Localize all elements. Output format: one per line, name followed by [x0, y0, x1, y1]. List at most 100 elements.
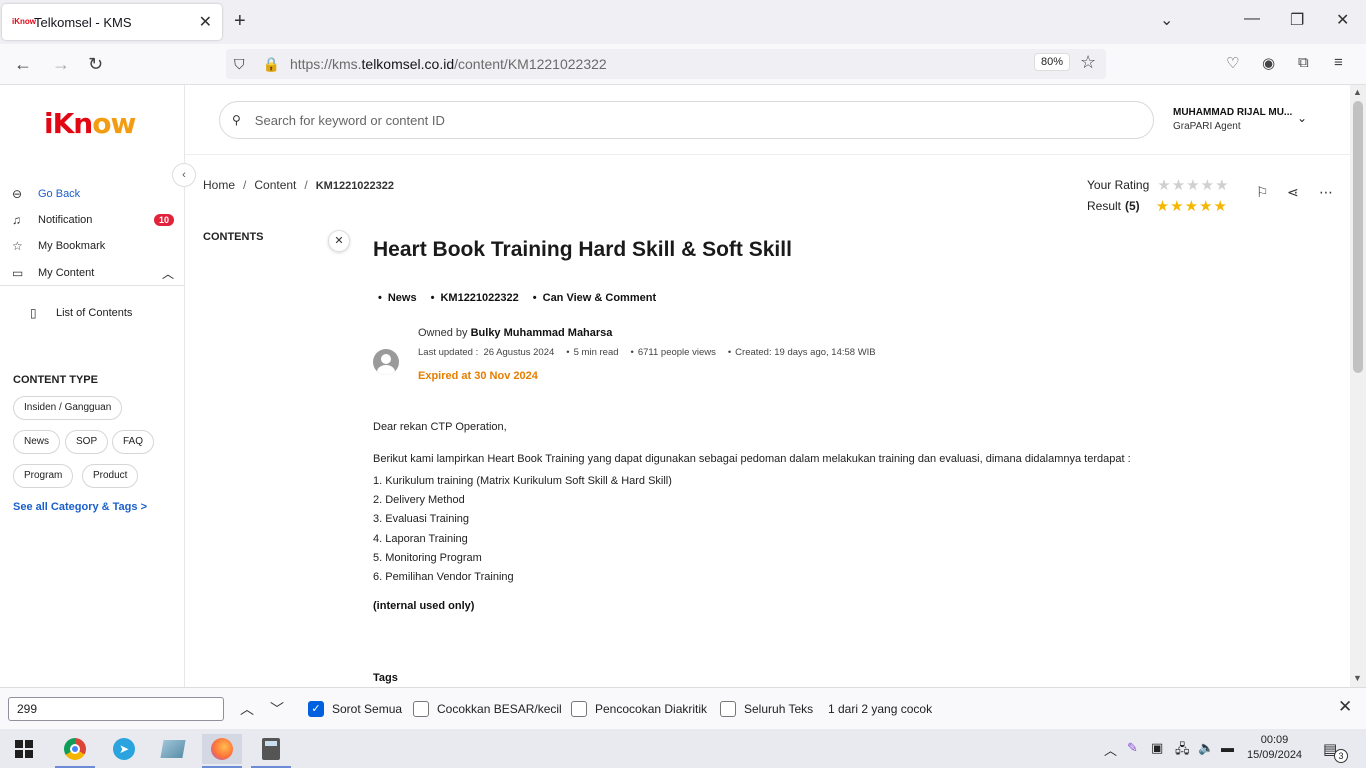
account-icon[interactable]: ◉: [1262, 54, 1275, 72]
whole-words-checkbox[interactable]: Seluruh Teks: [720, 701, 813, 717]
chrome-icon[interactable]: [55, 734, 95, 768]
chip-product[interactable]: Product: [82, 464, 139, 488]
address-bar[interactable]: ⛉ 🔒 https://kms.telkomsel.co.id/content/…: [226, 49, 1106, 79]
calculator-icon[interactable]: [251, 734, 291, 768]
files-icon[interactable]: [153, 734, 193, 764]
my-content-link[interactable]: ▭ My Content ︿: [12, 264, 174, 282]
vpn-icon[interactable]: ▣: [1151, 740, 1163, 756]
window-close-icon[interactable]: ✕: [1336, 10, 1349, 30]
tray-chevron-icon[interactable]: ︿: [1104, 740, 1117, 759]
go-back-link[interactable]: ⊖ Go Back: [12, 185, 174, 203]
find-input[interactable]: 299: [8, 697, 224, 721]
list-item: 6. Pemilihan Vendor Training: [373, 571, 514, 584]
new-tab-icon[interactable]: +: [234, 10, 246, 33]
user-name: MUHAMMAD RIJAL MU...: [1173, 107, 1293, 118]
chip-faq[interactable]: FAQ: [112, 430, 155, 454]
breadcrumb-content[interactable]: Content: [254, 178, 296, 192]
iknow-logo[interactable]: iKnow: [44, 107, 136, 140]
scroll-down-icon[interactable]: ▼: [1353, 673, 1362, 683]
tab-close-icon[interactable]: ✕: [199, 12, 212, 32]
chip-insiden[interactable]: Insiden / Gangguan: [13, 396, 123, 420]
windows-taskbar: ➤ ︿ ✎ ▣ 🖧 🔈 ▬ 00:09 15/09/2024 ▤ 3: [0, 729, 1366, 768]
notification-count: 3: [1334, 749, 1348, 763]
article-tags: News KM1221022322 Can View & Comment: [378, 292, 656, 304]
maximize-icon[interactable]: ❐: [1290, 10, 1304, 30]
list-item: 4. Laporan Training: [373, 532, 468, 545]
read-time: 5 min read: [566, 347, 619, 358]
your-rating-label: Your Rating: [1087, 177, 1150, 192]
forward-icon[interactable]: →: [52, 54, 70, 75]
chip-news[interactable]: News: [13, 430, 61, 454]
minimize-icon[interactable]: —: [1244, 10, 1260, 28]
browser-tab[interactable]: iKnow Telkomsel - KMS ✕: [2, 4, 222, 40]
breadcrumb-home[interactable]: Home: [203, 178, 235, 192]
expiry-notice: Expired at 30 Nov 2024: [418, 370, 538, 382]
open-book-icon: ▯: [30, 306, 37, 320]
sidebar: iKnow ‹ ⊖ Go Back ♫ Notification 10 ☆ My…: [0, 85, 196, 687]
back-icon[interactable]: ←: [14, 54, 32, 75]
training-list: 1. Kurikulum training (Matrix Kurikulum …: [373, 472, 672, 587]
menu-icon[interactable]: ≡: [1334, 54, 1343, 71]
chip-sop[interactable]: SOP: [65, 430, 109, 454]
owner-name: Bulky Muhammad Maharsa: [470, 327, 613, 339]
chip-program[interactable]: Program: [13, 464, 74, 488]
owner-avatar: [373, 349, 399, 375]
volume-icon[interactable]: 🔈: [1198, 740, 1214, 756]
your-rating-stars[interactable]: ★★★★★: [1157, 176, 1229, 194]
list-item: 1. Kurikulum training (Matrix Kurikulum …: [373, 475, 672, 487]
pen-icon[interactable]: ✎: [1127, 740, 1138, 756]
checkmark-icon: ✓: [308, 701, 324, 717]
zoom-level[interactable]: 80%: [1034, 53, 1071, 71]
system-clock[interactable]: 00:09 15/09/2024: [1247, 733, 1302, 763]
search-input[interactable]: ⚲ Search for keyword or content ID: [219, 101, 1154, 139]
network-icon[interactable]: 🖧: [1175, 740, 1190, 762]
extensions-icon[interactable]: ⧉: [1298, 54, 1309, 71]
result-stars: ★★★★★: [1155, 197, 1228, 215]
close-contents-button[interactable]: ✕: [328, 230, 350, 252]
chevron-up-icon[interactable]: ︿: [162, 265, 174, 282]
scroll-up-icon[interactable]: ▲: [1353, 87, 1362, 97]
article-title: Heart Book Training Hard Skill & Soft Sk…: [373, 238, 792, 261]
start-button[interactable]: [4, 734, 44, 764]
my-bookmark-link[interactable]: ☆ My Bookmark: [12, 237, 174, 255]
list-of-contents-link[interactable]: ▯ List of Contents: [30, 304, 192, 322]
internal-note: (internal used only): [373, 600, 475, 612]
tab-list-icon[interactable]: ⌄: [1160, 10, 1173, 30]
match-case-checkbox[interactable]: Cocokkan BESAR/kecil: [413, 701, 562, 717]
content-type-title: CONTENT TYPE: [13, 374, 98, 386]
find-close-icon[interactable]: ✕: [1338, 697, 1352, 717]
created-at: Created: 19 days ago, 14:58 WIB: [728, 347, 875, 358]
sidebar-divider: [0, 285, 184, 286]
collapse-sidebar-button[interactable]: ‹: [172, 163, 196, 187]
reload-icon[interactable]: ↻: [88, 54, 103, 75]
view-count: 6711 people views: [631, 347, 716, 358]
see-all-category-link[interactable]: See all Category & Tags >: [13, 501, 147, 513]
bookmark-star-icon[interactable]: ☆: [1080, 52, 1096, 73]
tab-title: Telkomsel - KMS: [34, 14, 132, 30]
bookmark-icon[interactable]: ⚐: [1256, 184, 1269, 201]
keyboard-icon[interactable]: ▬: [1221, 740, 1234, 755]
page-scrollbar[interactable]: ▲ ▼: [1350, 85, 1366, 687]
highlight-all-checkbox[interactable]: ✓ Sorot Semua: [308, 701, 402, 717]
user-profile[interactable]: MUHAMMAD RIJAL MU... GraPARI Agent: [1173, 107, 1292, 132]
result-label: Result: [1087, 198, 1122, 213]
more-icon[interactable]: ⋯: [1319, 184, 1333, 201]
tag-type: News: [378, 292, 417, 304]
url-text: https://kms.telkomsel.co.id/content/KM12…: [289, 56, 607, 72]
firefox-icon[interactable]: [202, 734, 242, 768]
result-value: (5): [1125, 198, 1140, 213]
pocket-icon[interactable]: ♡: [1226, 54, 1239, 72]
list-item: 3. Evaluasi Training: [373, 513, 469, 526]
find-next-icon[interactable]: ﹀: [270, 699, 284, 719]
notification-link[interactable]: ♫ Notification 10: [12, 211, 174, 229]
telegram-icon[interactable]: ➤: [104, 734, 144, 764]
share-icon[interactable]: ⋖: [1287, 184, 1299, 201]
scroll-thumb[interactable]: [1353, 101, 1363, 373]
lock-icon[interactable]: 🔒: [263, 56, 280, 73]
find-previous-icon[interactable]: ︿: [240, 699, 254, 719]
bell-icon: ♫: [12, 213, 21, 227]
chevron-down-icon[interactable]: ⌄: [1297, 111, 1307, 125]
user-role: GraPARI Agent: [1173, 121, 1241, 132]
diacritics-checkbox[interactable]: Pencocokan Diakritik: [571, 701, 707, 717]
shield-icon[interactable]: ⛉: [234, 56, 245, 73]
